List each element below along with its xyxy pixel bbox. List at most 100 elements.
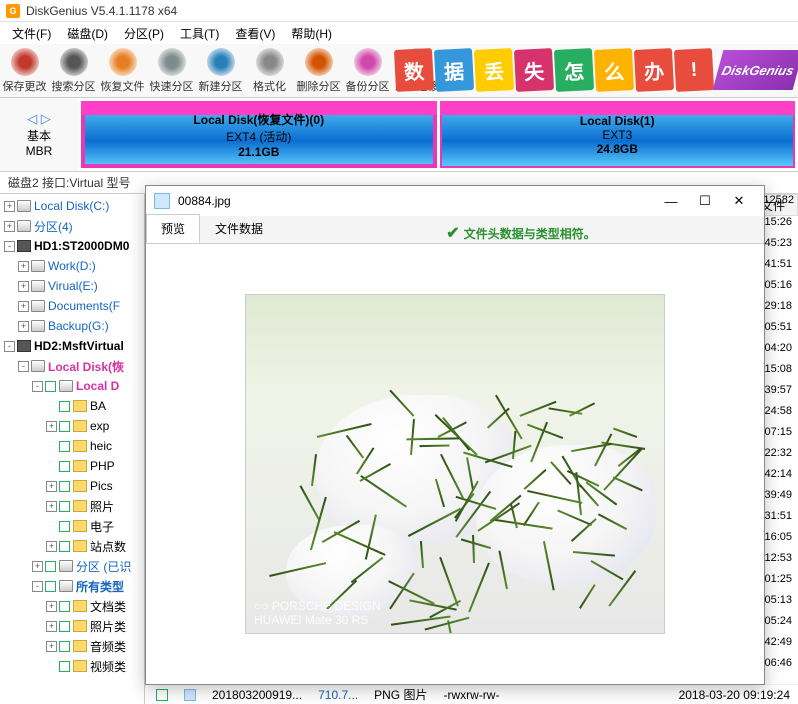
tree-item[interactable]: -Local D [0, 376, 144, 396]
expand-icon[interactable]: + [4, 221, 15, 232]
menu-item[interactable]: 帮助(H) [283, 23, 340, 44]
tree-item[interactable]: 电子 [0, 516, 144, 536]
title-bar: G DiskGenius V5.4.1.1178 x64 [0, 0, 798, 22]
file-list-row[interactable]: 201803200919... 710.7... PNG 图片 -rwxrw-r… [150, 684, 798, 704]
expand-icon[interactable]: + [46, 641, 57, 652]
expand-icon[interactable]: + [18, 321, 29, 332]
tab-preview[interactable]: 预览 [146, 214, 200, 243]
tree-checkbox[interactable] [45, 581, 56, 592]
tree-item[interactable]: -Local Disk(恢 [0, 356, 144, 376]
tree-checkbox[interactable] [59, 421, 70, 432]
expand-icon[interactable]: + [46, 501, 57, 512]
menu-item[interactable]: 磁盘(D) [59, 23, 116, 44]
tree-item[interactable]: heic [0, 436, 144, 456]
tree-item[interactable]: + 文档类 [0, 596, 144, 616]
tree-item[interactable]: -HD2:MsftVirtual [0, 336, 144, 356]
tree-checkbox[interactable] [59, 461, 70, 472]
expand-icon[interactable]: - [4, 241, 15, 252]
tree-label: Work(D:) [48, 259, 96, 273]
expand-icon[interactable]: - [32, 581, 43, 592]
tree-item[interactable]: + Local Disk(C:) [0, 196, 144, 216]
expand-icon[interactable]: - [4, 341, 15, 352]
tree-item[interactable]: +照片 [0, 496, 144, 516]
expand-icon[interactable]: + [46, 601, 57, 612]
expand-icon[interactable]: + [18, 281, 29, 292]
toolbar-icon [354, 48, 382, 76]
tree-label: 文档类 [90, 598, 126, 615]
hdd-icon [17, 240, 31, 252]
menu-item[interactable]: 查看(V) [227, 23, 283, 44]
tree-checkbox[interactable] [59, 661, 70, 672]
menu-item[interactable]: 工具(T) [172, 23, 227, 44]
tree-item[interactable]: +站点数 [0, 536, 144, 556]
tree-checkbox[interactable] [59, 601, 70, 612]
expand-icon[interactable]: + [46, 421, 57, 432]
disk-mode-label: 基本 [27, 127, 51, 144]
maximize-button[interactable]: ☐ [688, 189, 722, 213]
toolbar-label: 新建分区 [199, 78, 243, 94]
tree-item[interactable]: PHP [0, 456, 144, 476]
expand-icon[interactable]: - [18, 361, 29, 372]
tree-item[interactable]: +照片类 [0, 616, 144, 636]
expand-icon[interactable]: + [32, 561, 43, 572]
tree-item[interactable]: +exp [0, 416, 144, 436]
tree-item[interactable]: +Backup(G:) [0, 316, 144, 336]
tree-item[interactable]: +分区(4) [0, 216, 144, 236]
tree-item[interactable]: BA [0, 396, 144, 416]
toolbar: 保存更改搜索分区恢复文件快速分区新建分区格式化删除分区备份分区系统迁移 数据丢失… [0, 44, 798, 98]
toolbar-格式化[interactable]: 格式化 [245, 45, 294, 97]
preview-titlebar[interactable]: 00884.jpg — ☐ ✕ [146, 186, 764, 216]
expand-icon[interactable]: + [4, 201, 15, 212]
menu-item[interactable]: 分区(P) [116, 23, 172, 44]
tab-filedata[interactable]: 文件数据 [200, 214, 278, 243]
expand-icon[interactable]: + [18, 261, 29, 272]
toolbar-备份分区[interactable]: 备份分区 [343, 45, 392, 97]
status-right-value: 12582 [763, 194, 794, 206]
tree-checkbox[interactable] [59, 481, 70, 492]
tree-item[interactable]: -所有类型 [0, 576, 144, 596]
tree-item[interactable]: +Virual(E:) [0, 276, 144, 296]
close-button[interactable]: ✕ [722, 189, 756, 213]
expand-icon[interactable]: + [46, 541, 57, 552]
minimize-button[interactable]: — [654, 189, 688, 213]
toolbar-保存更改[interactable]: 保存更改 [0, 45, 49, 97]
expand-icon[interactable]: + [46, 621, 57, 632]
tree-item[interactable]: +Documents(F [0, 296, 144, 316]
banner-char: 怎 [554, 48, 594, 92]
tree-checkbox[interactable] [59, 621, 70, 632]
partition-block[interactable]: Local Disk(恢复文件)(0)EXT4 (活动)21.1GB [81, 101, 437, 168]
menu-item[interactable]: 文件(F) [4, 23, 59, 44]
disk-tree[interactable]: + Local Disk(C:) +分区(4)-HD1:ST2000DM0 + Work… [0, 194, 145, 704]
toolbar-快速分区[interactable]: 快速分区 [147, 45, 196, 97]
toolbar-恢复文件[interactable]: 恢复文件 [98, 45, 147, 97]
drive-icon [31, 300, 45, 312]
toolbar-新建分区[interactable]: 新建分区 [196, 45, 245, 97]
expand-icon[interactable]: - [32, 381, 43, 392]
tree-checkbox[interactable] [59, 641, 70, 652]
tree-checkbox[interactable] [45, 381, 56, 392]
tree-label: 视频类 [90, 658, 126, 675]
tree-item[interactable]: +分区 (已识 [0, 556, 144, 576]
nav-arrows-icon[interactable]: ◁ ▷ [27, 111, 51, 127]
tree-checkbox[interactable] [59, 541, 70, 552]
tree-checkbox[interactable] [59, 521, 70, 532]
file-checkbox[interactable] [156, 689, 168, 701]
tree-checkbox[interactable] [45, 561, 56, 572]
expand-icon[interactable]: + [46, 481, 57, 492]
tree-item[interactable]: -HD1:ST2000DM0 [0, 236, 144, 256]
partition-block[interactable]: Local Disk(1)EXT324.8GB [440, 101, 796, 168]
tree-item[interactable]: +音频类 [0, 636, 144, 656]
toolbar-搜索分区[interactable]: 搜索分区 [49, 45, 98, 97]
tree-checkbox[interactable] [59, 501, 70, 512]
tree-label: Local Disk(C:) [34, 199, 109, 213]
preview-body: ○○ PORSCHE DESIGN HUAWEI Mate 30 RS [146, 244, 764, 684]
tree-checkbox[interactable] [59, 401, 70, 412]
tree-checkbox[interactable] [59, 441, 70, 452]
tree-item[interactable]: +Pics [0, 476, 144, 496]
tree-item[interactable]: 视频类 [0, 656, 144, 676]
banner-char: 丢 [474, 48, 514, 92]
expand-icon[interactable]: + [18, 301, 29, 312]
tree-item[interactable]: + Work(D:) [0, 256, 144, 276]
toolbar-删除分区[interactable]: 删除分区 [294, 45, 343, 97]
toolbar-icon [256, 48, 284, 76]
